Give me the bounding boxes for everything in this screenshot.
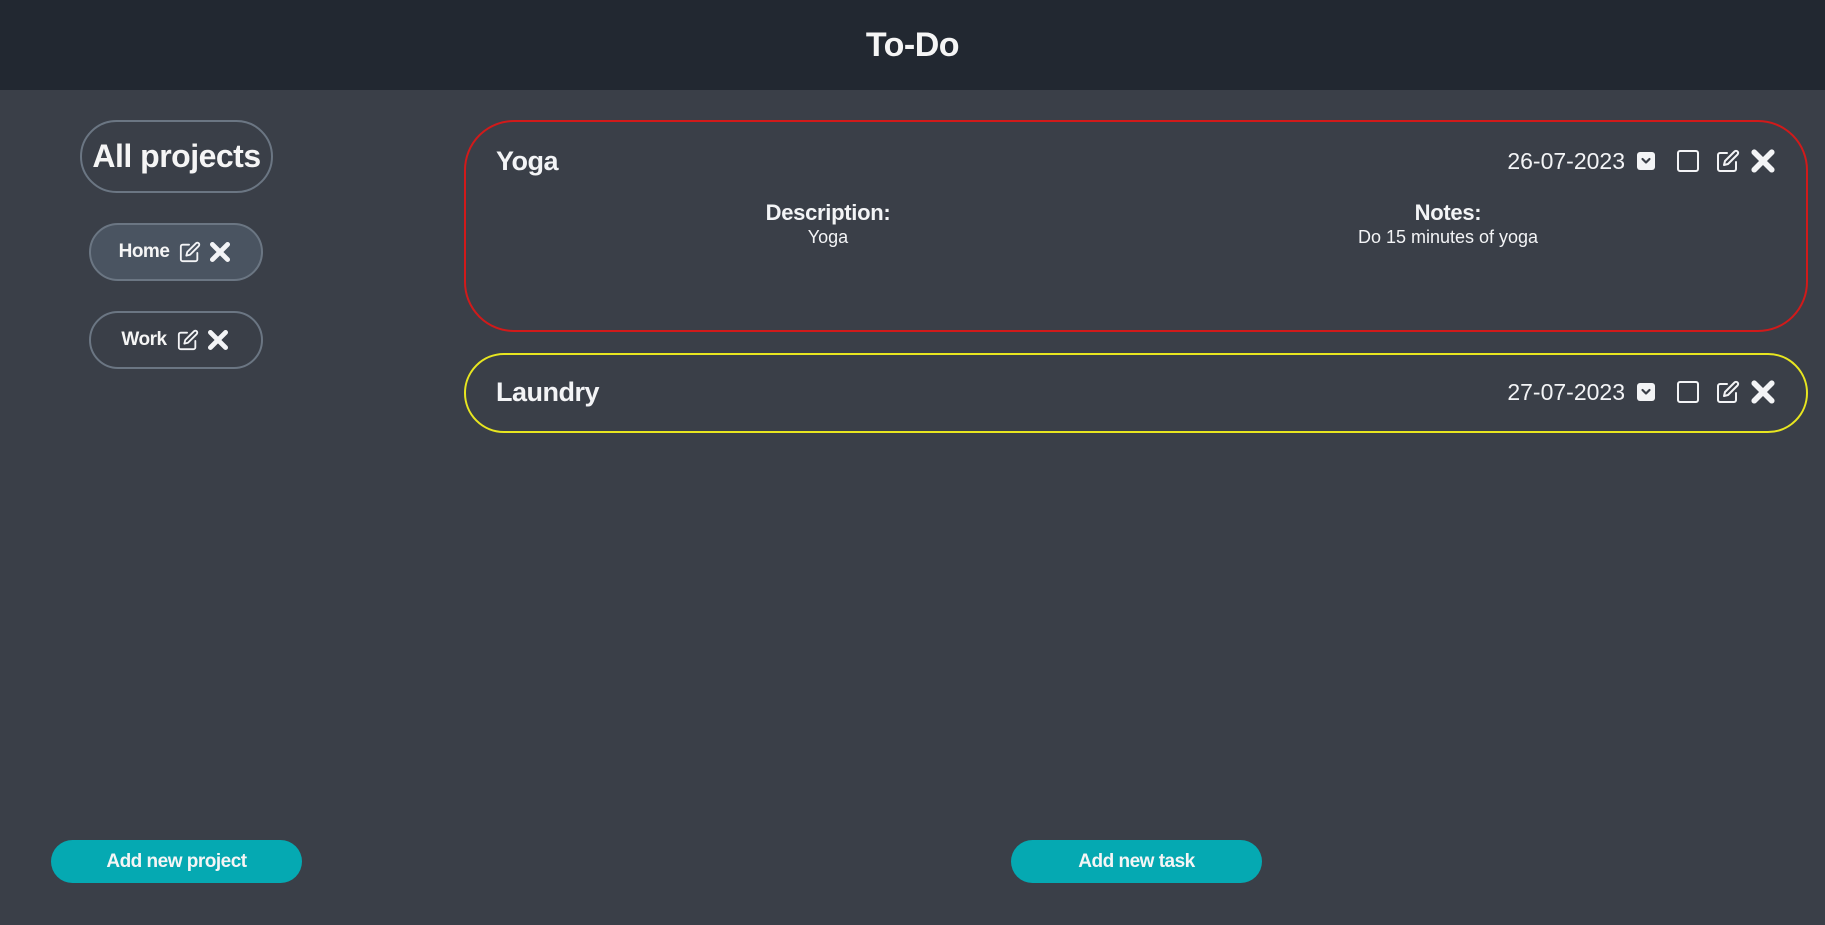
project-item-work[interactable]: Work — [89, 311, 263, 369]
project-item-home[interactable]: Home — [89, 223, 263, 281]
task-date: 27-07-2023 — [1507, 378, 1625, 405]
add-task-button[interactable]: Add new task — [1011, 840, 1262, 883]
task-title: Laundry — [496, 377, 600, 407]
task-date: 26-07-2023 — [1507, 147, 1625, 174]
complete-checkbox[interactable] — [1677, 150, 1699, 172]
description-value: Yoga — [807, 227, 849, 247]
chevron-down-icon[interactable] — [1637, 152, 1655, 170]
chevron-down-icon[interactable] — [1637, 383, 1655, 401]
notes-value: Do 15 minutes of yoga — [1357, 227, 1539, 247]
task-description: Description: Yoga — [766, 200, 891, 248]
close-icon[interactable] — [205, 327, 231, 353]
edit-icon[interactable] — [177, 329, 199, 351]
project-label: Work — [121, 329, 167, 350]
edit-icon[interactable] — [1716, 149, 1740, 173]
complete-checkbox[interactable] — [1677, 381, 1699, 403]
task-card-yoga[interactable]: Yoga 26-07-2023 Description: Yoga Notes:… — [464, 120, 1808, 332]
close-icon[interactable] — [1748, 377, 1778, 407]
description-heading: Description: — [765, 200, 891, 225]
close-icon[interactable] — [207, 239, 233, 265]
task-card-laundry[interactable]: Laundry 27-07-2023 — [464, 353, 1808, 433]
app-title: To-Do — [865, 25, 960, 64]
notes-heading: Notes: — [1414, 200, 1482, 225]
edit-icon[interactable] — [179, 241, 201, 263]
task-controls: 27-07-2023 — [1507, 377, 1778, 407]
edit-icon[interactable] — [1716, 380, 1740, 404]
project-label: Home — [118, 241, 170, 262]
close-icon[interactable] — [1748, 146, 1778, 176]
add-project-button[interactable]: Add new project — [51, 840, 302, 883]
task-title: Yoga — [496, 146, 559, 176]
project-sidebar: All projects Home Work Add new project — [0, 90, 352, 925]
task-controls: 26-07-2023 — [1507, 146, 1778, 176]
app-header: To-Do — [0, 0, 1825, 90]
all-projects-button[interactable]: All projects — [80, 120, 273, 193]
task-notes: Notes: Do 15 minutes of yoga — [1358, 200, 1538, 248]
